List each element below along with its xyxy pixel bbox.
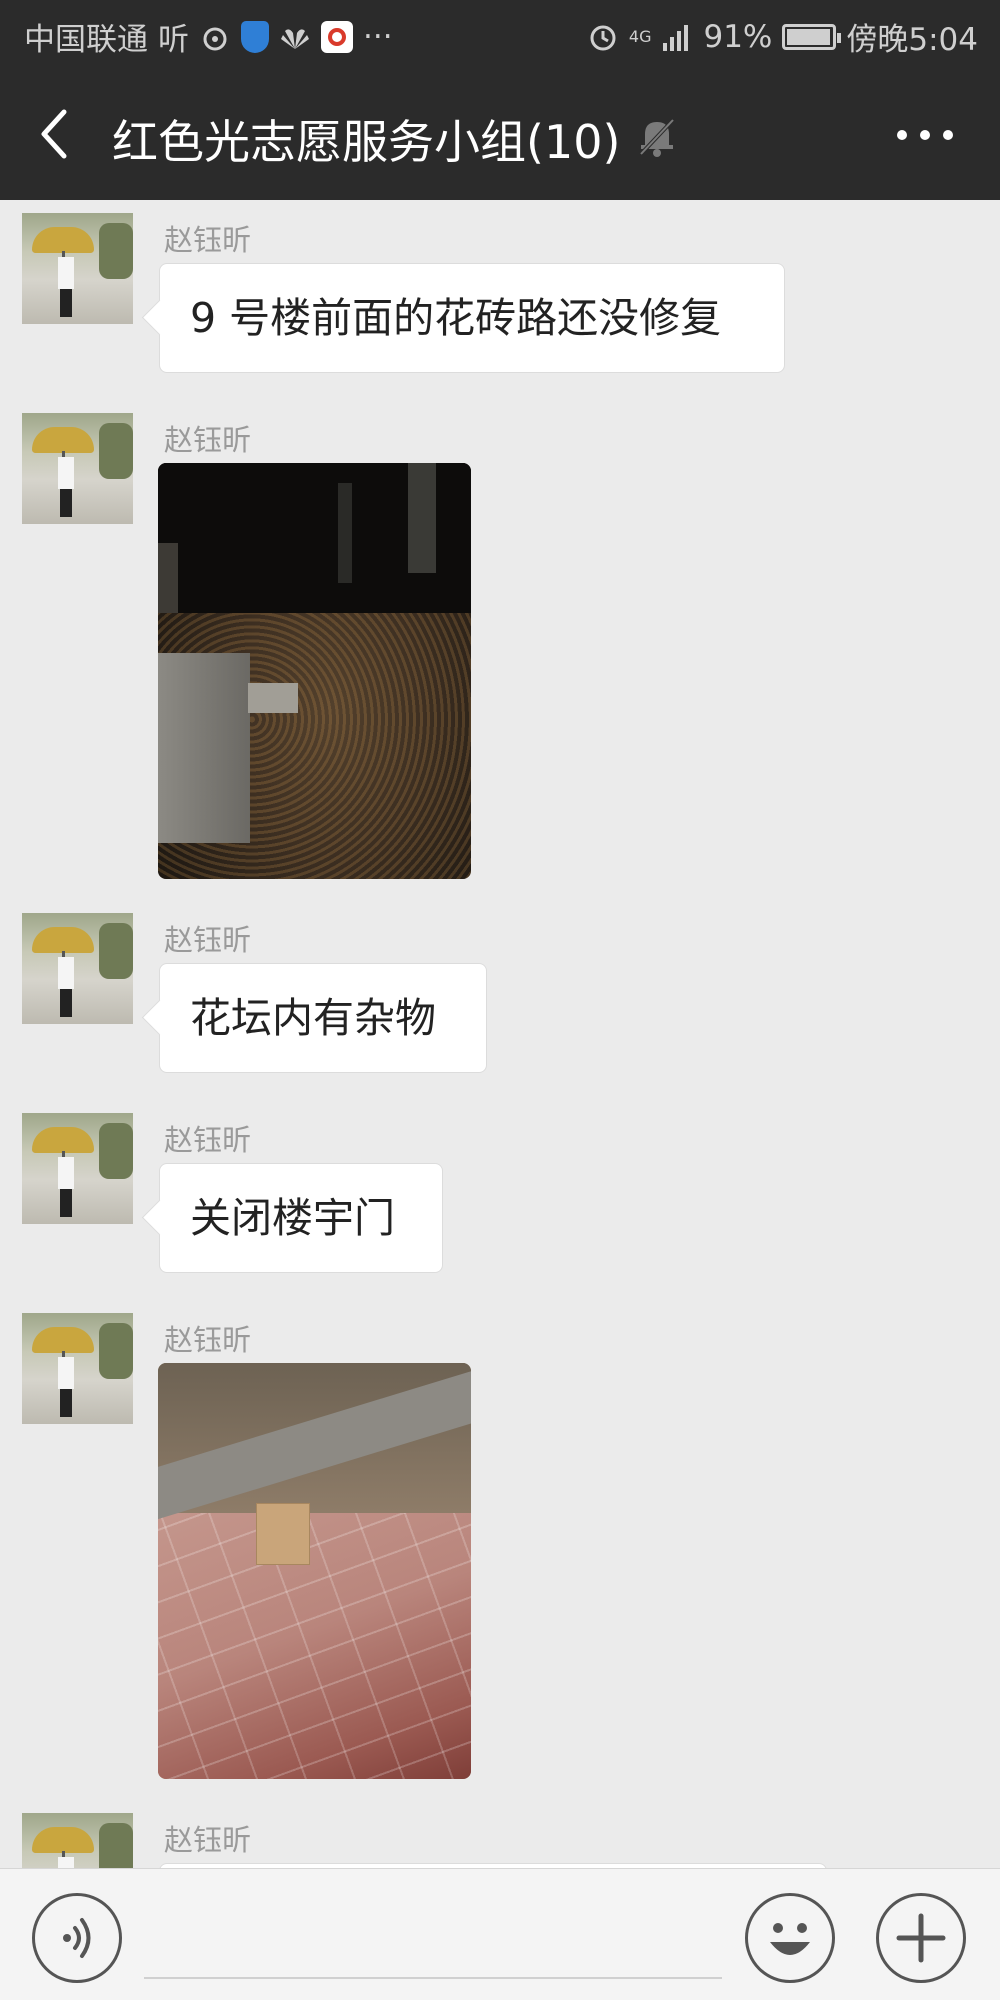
sender-name: 赵钰昕: [164, 1123, 252, 1157]
overflow-dots: ···: [363, 18, 393, 55]
signal-icon: [661, 21, 693, 53]
message-input[interactable]: [144, 1899, 722, 1979]
avatar[interactable]: [22, 1813, 133, 1868]
back-button[interactable]: [28, 102, 88, 166]
message-bubble[interactable]: 关闭楼宇门: [159, 1163, 443, 1273]
battery-icon: [782, 23, 842, 50]
avatar[interactable]: [22, 913, 133, 1024]
avatar[interactable]: [22, 1113, 133, 1224]
add-attachment-button[interactable]: [876, 1893, 966, 1983]
voice-input-button[interactable]: [32, 1893, 122, 1983]
status-right: 4G 91% 傍晚5:04: [587, 14, 978, 59]
status-left: 中国联通 听 ···: [24, 14, 393, 59]
title-bar: 红色光志愿服务小组(10): [0, 70, 1000, 200]
voice-icon: [63, 1918, 91, 1958]
avatar[interactable]: [22, 213, 133, 324]
carrier-extra: 听: [158, 22, 189, 58]
more-options-button[interactable]: [890, 110, 960, 160]
network-type: 4G: [628, 27, 652, 46]
sender-name: 赵钰昕: [164, 1323, 252, 1357]
image-message[interactable]: [158, 1363, 471, 1779]
battery-percent: 91%: [703, 18, 773, 55]
emoji-button[interactable]: [745, 1893, 835, 1983]
status-bar: 中国联通 听 ··· 4G 91% 傍晚5:04: [0, 0, 1000, 70]
news-app-icon: [321, 20, 353, 53]
message-bubble[interactable]: 花坛内有杂物: [159, 963, 487, 1073]
message-item: 赵钰昕: [0, 1813, 1000, 1868]
plus-icon: [896, 1913, 946, 1963]
sender-name: 赵钰昕: [164, 923, 252, 957]
alarm-icon: [587, 21, 619, 53]
sender-name: 赵钰昕: [164, 423, 252, 457]
carrier-name: 中国联通: [24, 22, 148, 58]
avatar[interactable]: [22, 1313, 133, 1424]
mute-bell-icon: [637, 114, 677, 158]
smiley-icon: [770, 1923, 810, 1955]
avatar[interactable]: [22, 413, 133, 524]
shield-icon: [241, 20, 269, 53]
chat-title: 红色光志愿服务小组(10): [112, 115, 621, 169]
clock: 傍晚5:04: [846, 22, 978, 58]
sender-name: 赵钰昕: [164, 223, 252, 257]
huawei-icon: [279, 21, 311, 53]
weibo-icon: [199, 21, 231, 53]
input-bar: [0, 1868, 1000, 2000]
message-bubble[interactable]: 9 号楼前面的花砖路还没修复: [159, 263, 785, 373]
sender-name: 赵钰昕: [164, 1823, 252, 1857]
image-message[interactable]: [158, 463, 471, 879]
